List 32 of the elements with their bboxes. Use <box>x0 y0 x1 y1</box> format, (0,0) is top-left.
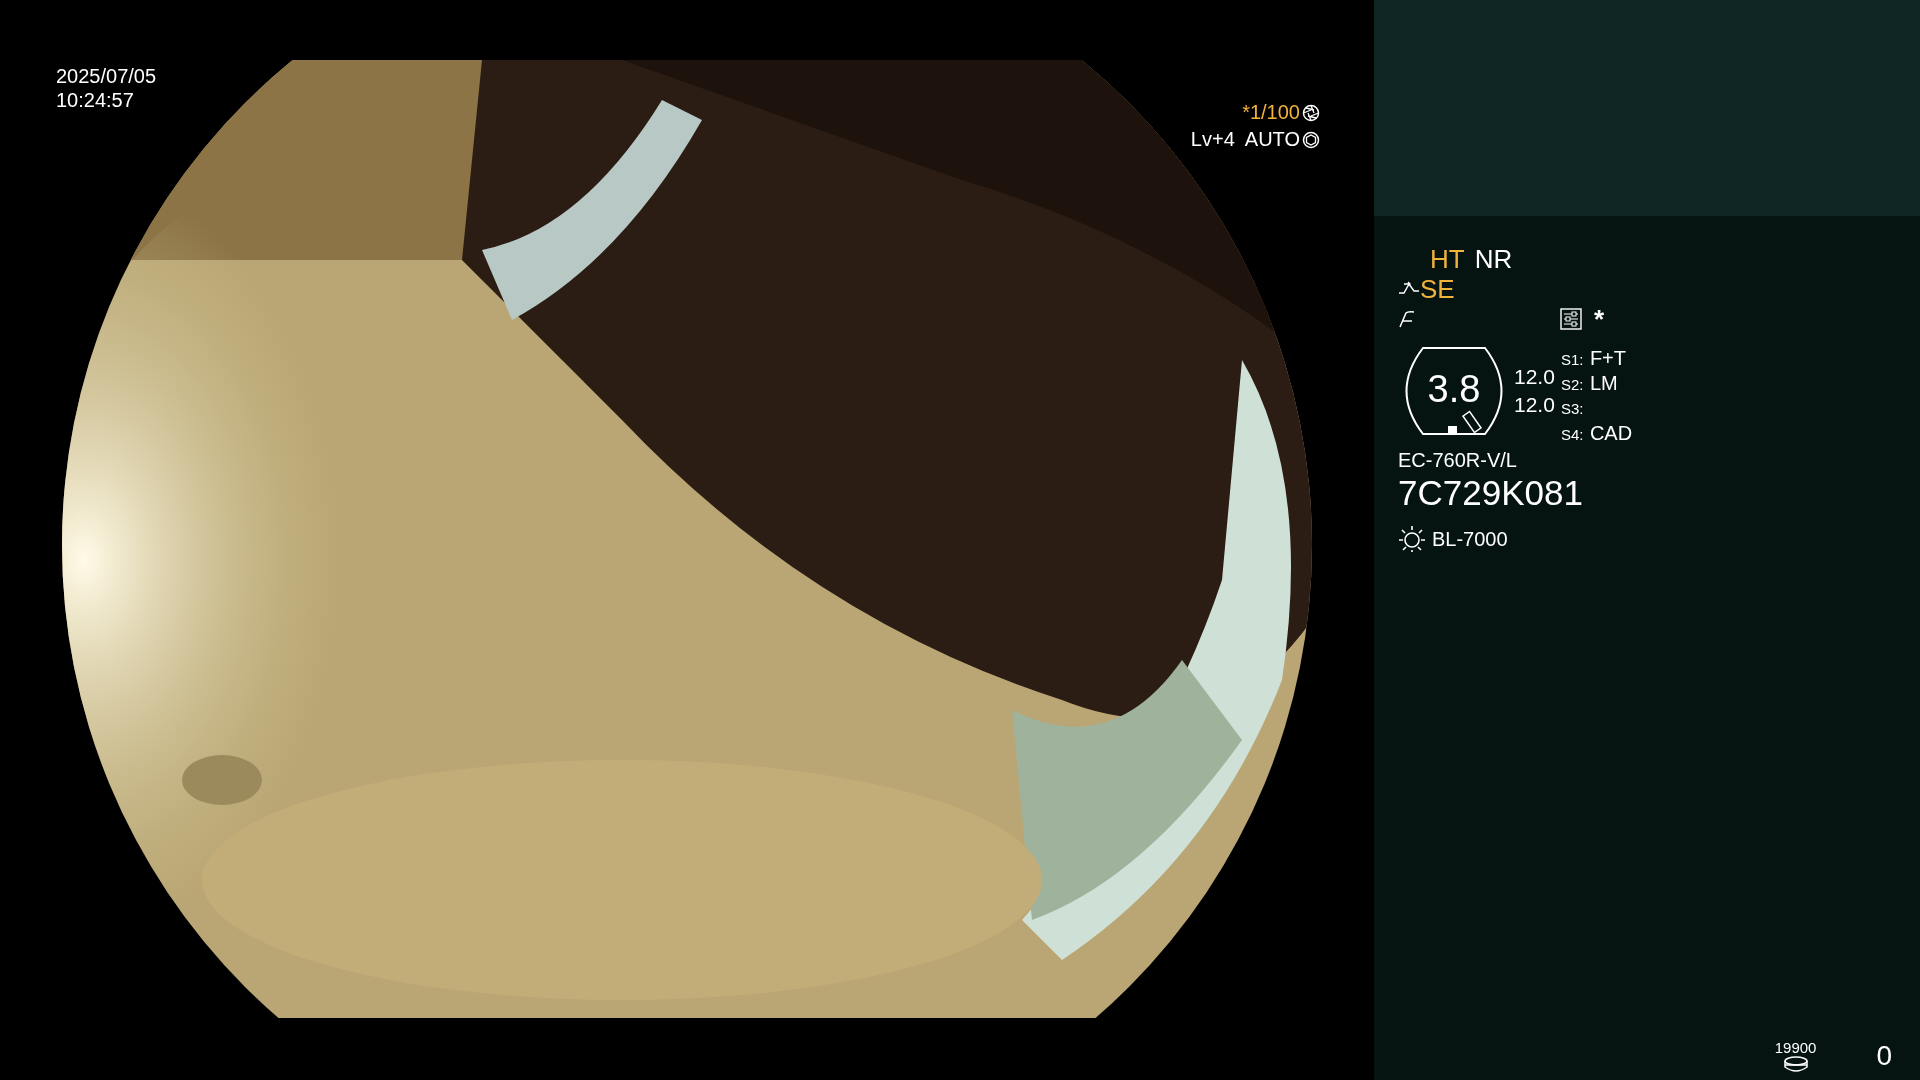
switch-value: LM <box>1589 371 1618 396</box>
switch-value: CAD <box>1589 421 1633 446</box>
scope-model-text: EC-760R-V/L <box>1398 448 1518 472</box>
switch-label: S1: <box>1560 350 1585 370</box>
asterisk-text: * <box>1594 302 1605 336</box>
position-marker-icon <box>1448 426 1457 434</box>
light-source-text: BL-7000 <box>1432 527 1508 552</box>
reading-text: 12.0 <box>1514 364 1555 390</box>
brightness-level-text: Lv+4 <box>1190 127 1235 152</box>
time-text: 10:24:57 <box>56 88 135 112</box>
mode-indicator: HT <box>1430 244 1465 274</box>
switch-label: S2: <box>1560 375 1585 395</box>
switch-label: S4: <box>1560 425 1585 445</box>
mode-indicator: NR <box>1474 244 1513 274</box>
zoom-value-text: 3.8 <box>1427 366 1481 412</box>
date-text: 2025/07/05 <box>56 64 157 88</box>
iris-icon <box>1302 130 1320 149</box>
enhance-indicator: SE <box>1420 274 1455 304</box>
shutter-speed-text: *1/100 <box>1242 100 1300 125</box>
shutter-icon <box>1302 103 1320 122</box>
serial-number-text: 7C729K081 <box>1398 472 1584 514</box>
sliders-icon <box>1560 308 1582 330</box>
tip-marker-icon <box>1461 410 1483 434</box>
count-text: 0 <box>1876 1040 1892 1072</box>
curve-icon <box>1398 281 1420 297</box>
capacity-text: 19900 <box>1774 1040 1817 1056</box>
switch-label: S3: <box>1560 399 1585 419</box>
disk-icon <box>1782 1056 1809 1072</box>
switch-value: F+T <box>1589 346 1626 371</box>
lamp-icon <box>1398 525 1426 553</box>
reading-text: 12.0 <box>1514 392 1555 418</box>
iris-mode-text: AUTO <box>1244 127 1300 152</box>
